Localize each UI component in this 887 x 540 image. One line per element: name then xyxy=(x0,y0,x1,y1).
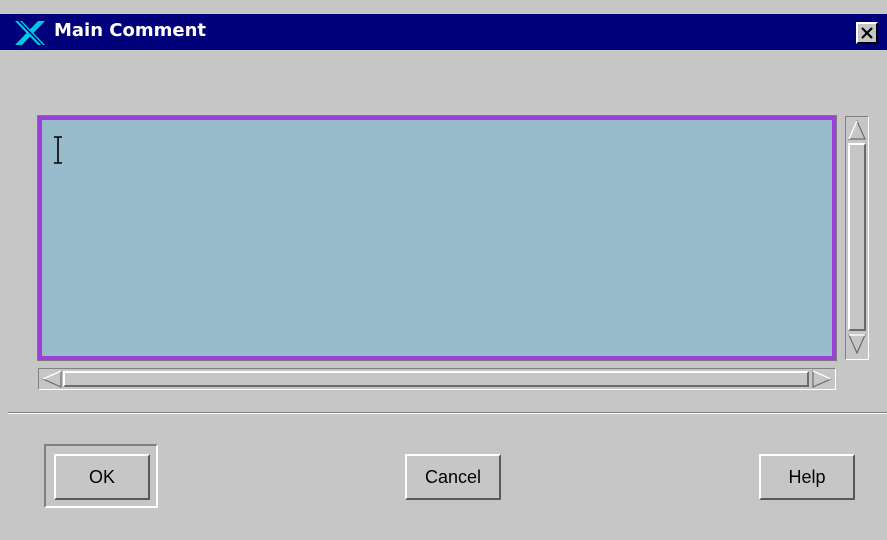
window-title: Main Comment xyxy=(54,20,207,41)
arrow-right-icon[interactable] xyxy=(811,370,833,388)
comment-text-area-frame xyxy=(37,115,837,361)
title-bar[interactable]: Main Comment xyxy=(0,14,887,50)
x-logo-icon xyxy=(15,21,45,45)
close-button[interactable] xyxy=(856,22,878,44)
vertical-scroll-thumb[interactable] xyxy=(848,143,866,331)
arrow-down-icon[interactable] xyxy=(848,333,866,355)
cancel-button[interactable]: Cancel xyxy=(405,454,501,500)
comment-text-area[interactable] xyxy=(42,120,832,356)
vertical-scrollbar[interactable] xyxy=(845,116,869,360)
button-area-separator xyxy=(8,412,887,414)
main-comment-dialog: Main Comment OK Cancel Help xyxy=(0,0,887,540)
close-icon xyxy=(861,27,873,39)
arrow-up-icon[interactable] xyxy=(848,119,866,141)
horizontal-scroll-thumb[interactable] xyxy=(63,371,809,387)
arrow-left-icon[interactable] xyxy=(41,370,63,388)
help-button[interactable]: Help xyxy=(759,454,855,500)
ok-button[interactable]: OK xyxy=(54,454,150,500)
horizontal-scrollbar[interactable] xyxy=(38,368,836,390)
